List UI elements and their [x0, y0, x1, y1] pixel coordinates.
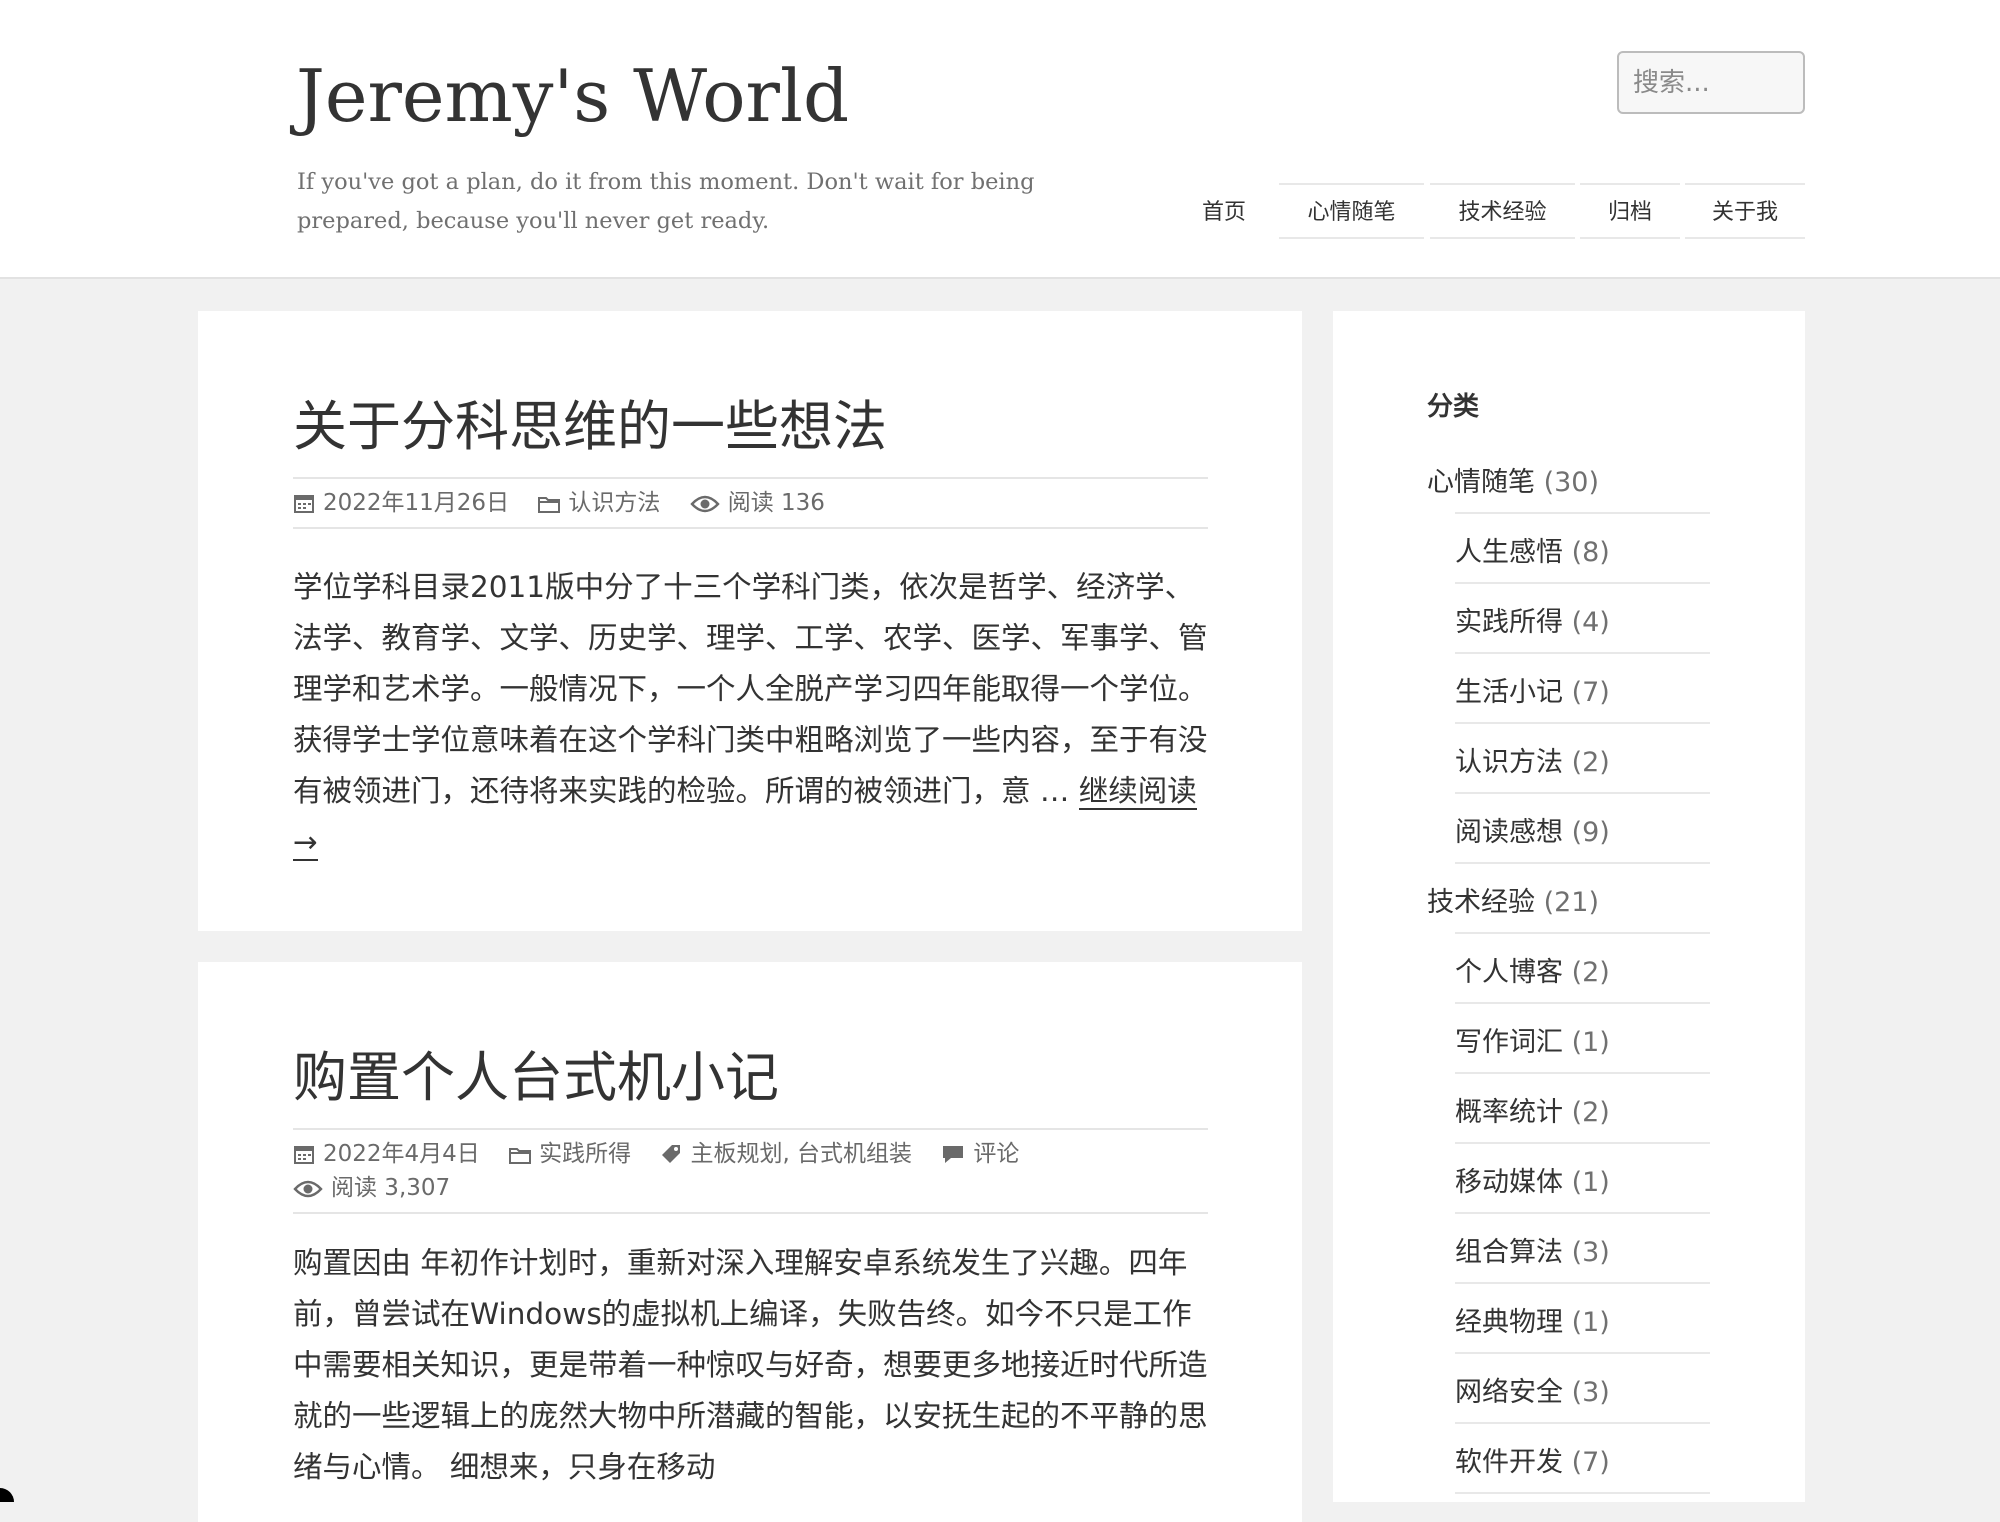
category-count: (2) [1571, 747, 1610, 778]
search-input[interactable] [1617, 51, 1805, 114]
site-title[interactable]: Jeremy's World [296, 48, 849, 144]
category-count: (3) [1571, 1237, 1610, 1268]
calendar-icon [294, 495, 314, 513]
category-item[interactable]: 个人博客 (2) [1455, 948, 1710, 1018]
post-tags-text: 主板规划, 台式机组装 [690, 1141, 913, 1167]
category-item[interactable]: 认识方法 (2) [1455, 738, 1710, 808]
category-item[interactable]: 技术经验 (21) [1427, 878, 1710, 948]
folder-icon [538, 497, 561, 513]
category-count: (8) [1571, 537, 1610, 568]
site-header: Jeremy's World If you've got a plan, do … [0, 0, 2000, 279]
post-card: 关于分科思维的一些想法 2022年11月26日 认识方法 阅读 136 学位学科… [198, 311, 1302, 931]
category-count: (1) [1571, 1307, 1610, 1338]
category-count: (21) [1543, 887, 1600, 918]
category-name[interactable]: 网络安全 [1455, 1377, 1563, 1408]
post-excerpt-text: 学位学科目录2011版中分了十三个学科门类，依次是哲学、经济学、法学、教育学、文… [293, 570, 1208, 808]
category-name[interactable]: 概率统计 [1455, 1097, 1563, 1128]
post-category[interactable]: 认识方法 [538, 490, 660, 516]
category-item[interactable]: 经典物理 (1) [1455, 1298, 1710, 1368]
category-name[interactable]: 移动媒体 [1455, 1167, 1563, 1198]
post-tags[interactable]: 主板规划, 台式机组装 [660, 1141, 912, 1167]
window-corner [0, 1488, 14, 1502]
category-item[interactable]: 写作词汇 (1) [1455, 1018, 1710, 1088]
category-item[interactable]: 实践所得 (4) [1455, 598, 1710, 668]
category-item[interactable]: 阅读感想 (9) [1455, 808, 1710, 878]
post-category[interactable]: 实践所得 [509, 1141, 631, 1167]
category-list: 心情随笔 (30) 人生感悟 (8) 实践所得 (4) 生活小记 (7) 认识方法 (2… [1427, 458, 1710, 1508]
category-item[interactable]: 生活小记 (7) [1455, 668, 1710, 738]
category-count: (30) [1543, 467, 1600, 498]
eye-icon [293, 1180, 323, 1198]
category-item[interactable]: 概率统计 (2) [1455, 1088, 1710, 1158]
category-name[interactable]: 人生感悟 [1455, 537, 1563, 568]
category-item[interactable]: 组合算法 (3) [1455, 1228, 1710, 1298]
post-date-text: 2022年4月4日 [323, 1141, 480, 1167]
nav-item-mood[interactable]: 心情随笔 [1279, 183, 1424, 239]
category-item[interactable]: 移动媒体 (1) [1455, 1158, 1710, 1228]
category-item[interactable]: 网络安全 (3) [1455, 1368, 1710, 1438]
category-name[interactable]: 生活小记 [1455, 677, 1563, 708]
category-name[interactable]: 软件开发 [1455, 1447, 1563, 1478]
comment-icon [943, 1146, 964, 1163]
category-count: (3) [1571, 1377, 1610, 1408]
post-card: 购置个人台式机小记 2022年4月4日 实践所得 主板规划, 台式机组装 评论 … [198, 962, 1302, 1522]
post-meta: 2022年11月26日 认识方法 阅读 136 [293, 477, 1208, 529]
post-date[interactable]: 2022年4月4日 [293, 1141, 480, 1167]
nav-item-tech[interactable]: 技术经验 [1430, 183, 1575, 239]
post-category-text: 实践所得 [539, 1141, 632, 1167]
post-excerpt: 学位学科目录2011版中分了十三个学科门类，依次是哲学、经济学、法学、教育学、文… [293, 562, 1208, 868]
post-comments[interactable]: 评论 [941, 1141, 1019, 1167]
category-count: (1) [1571, 1167, 1610, 1198]
category-name[interactable]: 个人博客 [1455, 957, 1563, 988]
category-count: (2) [1571, 957, 1610, 988]
eye-icon [690, 495, 720, 513]
post-meta: 2022年4月4日 实践所得 主板规划, 台式机组装 评论 阅读 3,307 [293, 1128, 1208, 1214]
category-count: (4) [1571, 607, 1610, 638]
post-views-text: 阅读 3,307 [331, 1175, 451, 1201]
category-name[interactable]: 组合算法 [1455, 1237, 1563, 1268]
nav-item-archive[interactable]: 归档 [1580, 183, 1680, 239]
tag-icon [662, 1145, 681, 1163]
category-item[interactable]: 人生感悟 (8) [1455, 528, 1710, 598]
category-name[interactable]: 心情随笔 [1427, 467, 1535, 498]
post-excerpt: 购置因由 年初作计划时，重新对深入理解安卓系统发生了兴趣。四年前，曾尝试在Win… [293, 1246, 1208, 1484]
category-name[interactable]: 写作词汇 [1455, 1027, 1563, 1058]
category-count: (7) [1571, 677, 1610, 708]
nav-item-about[interactable]: 关于我 [1685, 183, 1805, 239]
category-item[interactable]: 心情随笔 (30) [1427, 458, 1710, 528]
category-name[interactable]: 技术经验 [1427, 887, 1535, 918]
post-views-text: 阅读 136 [727, 490, 825, 516]
nav-item-home[interactable]: 首页 [1188, 183, 1260, 239]
calendar-icon [294, 1146, 314, 1164]
sidebar-title: 分类 [1427, 392, 1480, 422]
category-count: (2) [1571, 1097, 1610, 1128]
category-count: (9) [1571, 817, 1610, 848]
category-name[interactable]: 阅读感想 [1455, 817, 1563, 848]
post-title[interactable]: 关于分科思维的一些想法 [293, 391, 887, 463]
post-date-text: 2022年11月26日 [323, 490, 510, 516]
main-nav: 首页 心情随笔 技术经验 归档 关于我 [0, 183, 2000, 239]
post-views: 阅读 136 [690, 490, 825, 516]
sidebar-widget: 分类 心情随笔 (30) 人生感悟 (8) 实践所得 (4) 生活小记 (7) 认识方法… [1333, 311, 1805, 1502]
post-date[interactable]: 2022年11月26日 [293, 490, 509, 516]
category-count: (1) [1571, 1027, 1610, 1058]
post-category-text: 认识方法 [568, 490, 661, 516]
folder-icon [509, 1148, 532, 1164]
category-count: (7) [1571, 1447, 1610, 1478]
category-item[interactable]: 软件开发 (7) [1455, 1438, 1710, 1508]
category-name[interactable]: 认识方法 [1455, 747, 1563, 778]
category-name[interactable]: 经典物理 [1455, 1307, 1563, 1338]
post-title[interactable]: 购置个人台式机小记 [293, 1042, 779, 1114]
post-comments-text: 评论 [973, 1141, 1020, 1167]
post-views: 阅读 3,307 [293, 1175, 450, 1201]
category-name[interactable]: 实践所得 [1455, 607, 1563, 638]
